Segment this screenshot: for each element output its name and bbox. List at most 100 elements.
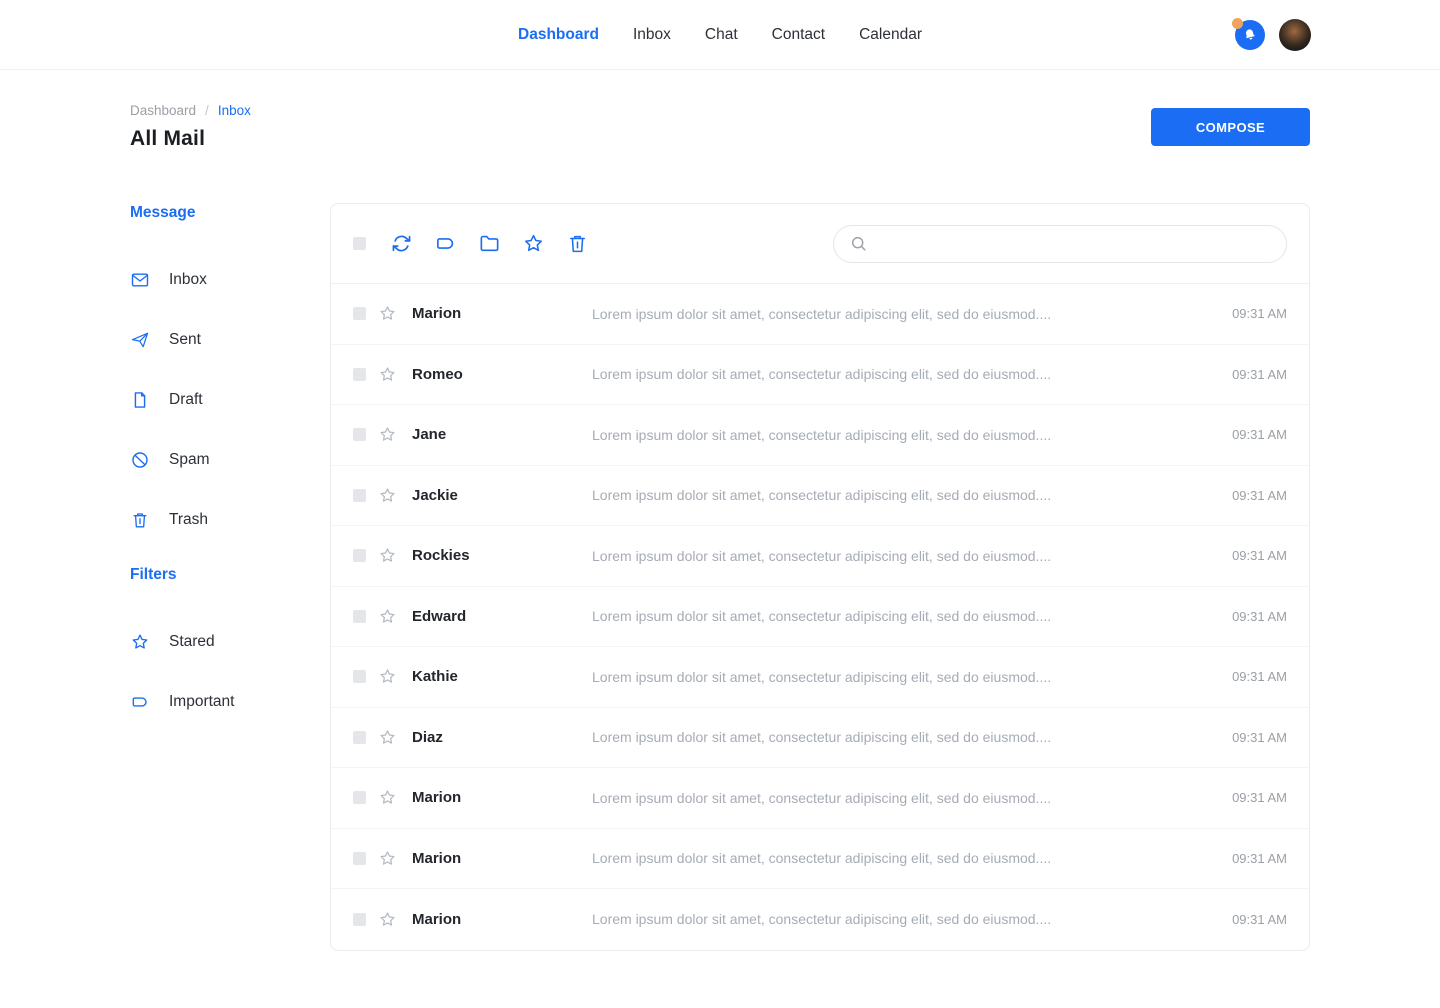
page-title: All Mail: [130, 127, 251, 151]
sender-name: Kathie: [412, 668, 592, 685]
mail-row[interactable]: RockiesLorem ipsum dolor sit amet, conse…: [331, 526, 1309, 587]
nav-item-dashboard[interactable]: Dashboard: [518, 26, 599, 44]
sidebar-item-trash[interactable]: Trash: [130, 490, 330, 550]
trash-icon[interactable]: [566, 232, 589, 255]
star-icon[interactable]: [378, 667, 397, 686]
breadcrumb-dashboard[interactable]: Dashboard: [130, 103, 196, 118]
star-icon[interactable]: [378, 788, 397, 807]
message-preview: Lorem ipsum dolor sit amet, consectetur …: [592, 729, 1197, 745]
sidebar-item-label: Inbox: [169, 271, 207, 289]
trash-icon: [130, 510, 150, 530]
content-area: MessageInboxSentDraftSpamTrashFiltersSta…: [0, 203, 1440, 951]
mail-row[interactable]: MarionLorem ipsum dolor sit amet, consec…: [331, 768, 1309, 829]
draft-icon: [130, 390, 150, 410]
mail-row[interactable]: KathieLorem ipsum dolor sit amet, consec…: [331, 647, 1309, 708]
message-time: 09:31 AM: [1215, 367, 1287, 382]
message-time: 09:31 AM: [1215, 912, 1287, 927]
sender-name: Marion: [412, 911, 592, 928]
row-checkbox[interactable]: [353, 731, 366, 744]
star-icon[interactable]: [378, 486, 397, 505]
message-preview: Lorem ipsum dolor sit amet, consectetur …: [592, 850, 1197, 866]
top-navbar: Dashboard Inbox Chat Contact Calendar: [0, 0, 1440, 70]
select-all-checkbox[interactable]: [353, 237, 366, 250]
row-checkbox[interactable]: [353, 307, 366, 320]
sidebar-item-label: Draft: [169, 391, 203, 409]
message-preview: Lorem ipsum dolor sit amet, consectetur …: [592, 366, 1197, 382]
mail-row[interactable]: JaneLorem ipsum dolor sit amet, consecte…: [331, 405, 1309, 466]
folder-icon[interactable]: [478, 232, 501, 255]
sender-name: Marion: [412, 850, 592, 867]
spam-icon: [130, 450, 150, 470]
mail-row[interactable]: RomeoLorem ipsum dolor sit amet, consect…: [331, 345, 1309, 406]
sidebar-item-sent[interactable]: Sent: [130, 310, 330, 370]
sidebar-item-stared[interactable]: Stared: [130, 612, 330, 672]
mail-panel: MarionLorem ipsum dolor sit amet, consec…: [330, 203, 1310, 951]
mail-row[interactable]: MarionLorem ipsum dolor sit amet, consec…: [331, 889, 1309, 950]
breadcrumb: Dashboard / Inbox: [130, 103, 251, 118]
compose-button[interactable]: COMPOSE: [1151, 108, 1310, 146]
mail-list: MarionLorem ipsum dolor sit amet, consec…: [331, 284, 1309, 950]
row-checkbox[interactable]: [353, 489, 366, 502]
sender-name: Diaz: [412, 729, 592, 746]
page-header: Dashboard / Inbox All Mail COMPOSE: [0, 70, 1440, 151]
star-icon[interactable]: [378, 728, 397, 747]
star-icon[interactable]: [378, 546, 397, 565]
star-icon[interactable]: [378, 849, 397, 868]
breadcrumb-inbox[interactable]: Inbox: [218, 103, 251, 118]
sidebar-item-inbox[interactable]: Inbox: [130, 250, 330, 310]
star-icon[interactable]: [378, 607, 397, 626]
sender-name: Rockies: [412, 547, 592, 564]
sidebar-item-label: Important: [169, 693, 234, 711]
message-preview: Lorem ipsum dolor sit amet, consectetur …: [592, 427, 1197, 443]
nav-item-inbox[interactable]: Inbox: [633, 26, 671, 44]
sidebar-item-label: Spam: [169, 451, 210, 469]
star-icon[interactable]: [378, 425, 397, 444]
mail-row[interactable]: MarionLorem ipsum dolor sit amet, consec…: [331, 829, 1309, 890]
star-icon[interactable]: [378, 304, 397, 323]
message-time: 09:31 AM: [1215, 730, 1287, 745]
sidebar-item-label: Trash: [169, 511, 208, 529]
star-icon[interactable]: [378, 910, 397, 929]
message-time: 09:31 AM: [1215, 669, 1287, 684]
row-checkbox[interactable]: [353, 852, 366, 865]
user-avatar[interactable]: [1279, 19, 1311, 51]
row-checkbox[interactable]: [353, 549, 366, 562]
message-preview: Lorem ipsum dolor sit amet, consectetur …: [592, 669, 1197, 685]
notifications-button[interactable]: [1235, 20, 1265, 50]
row-checkbox[interactable]: [353, 368, 366, 381]
mail-toolbar: [331, 204, 1309, 284]
sidebar-item-draft[interactable]: Draft: [130, 370, 330, 430]
mail-row[interactable]: DiazLorem ipsum dolor sit amet, consecte…: [331, 708, 1309, 769]
nav-item-chat[interactable]: Chat: [705, 26, 738, 44]
message-preview: Lorem ipsum dolor sit amet, consectetur …: [592, 911, 1197, 927]
sidebar-item-important[interactable]: Important: [130, 672, 330, 732]
search-input[interactable]: [878, 236, 1271, 252]
inbox-icon: [130, 270, 150, 290]
row-checkbox[interactable]: [353, 428, 366, 441]
mail-row[interactable]: EdwardLorem ipsum dolor sit amet, consec…: [331, 587, 1309, 648]
star-icon: [130, 632, 150, 652]
message-time: 09:31 AM: [1215, 488, 1287, 503]
sidebar-section-header-filters: Filters: [130, 566, 330, 584]
sidebar-item-spam[interactable]: Spam: [130, 430, 330, 490]
sender-name: Edward: [412, 608, 592, 625]
sender-name: Jackie: [412, 487, 592, 504]
nav-item-calendar[interactable]: Calendar: [859, 26, 922, 44]
row-checkbox[interactable]: [353, 791, 366, 804]
message-time: 09:31 AM: [1215, 851, 1287, 866]
row-checkbox[interactable]: [353, 913, 366, 926]
star-icon[interactable]: [522, 232, 545, 255]
refresh-icon[interactable]: [390, 232, 413, 255]
star-icon[interactable]: [378, 365, 397, 384]
mail-row[interactable]: JackieLorem ipsum dolor sit amet, consec…: [331, 466, 1309, 527]
nav-item-contact[interactable]: Contact: [772, 26, 825, 44]
sent-icon: [130, 330, 150, 350]
label-icon[interactable]: [434, 232, 457, 255]
toolbar-actions: [390, 232, 610, 255]
row-checkbox[interactable]: [353, 670, 366, 683]
sender-name: Marion: [412, 305, 592, 322]
main-nav: Dashboard Inbox Chat Contact Calendar: [518, 26, 922, 44]
label-icon: [130, 692, 150, 712]
mail-row[interactable]: MarionLorem ipsum dolor sit amet, consec…: [331, 284, 1309, 345]
row-checkbox[interactable]: [353, 610, 366, 623]
